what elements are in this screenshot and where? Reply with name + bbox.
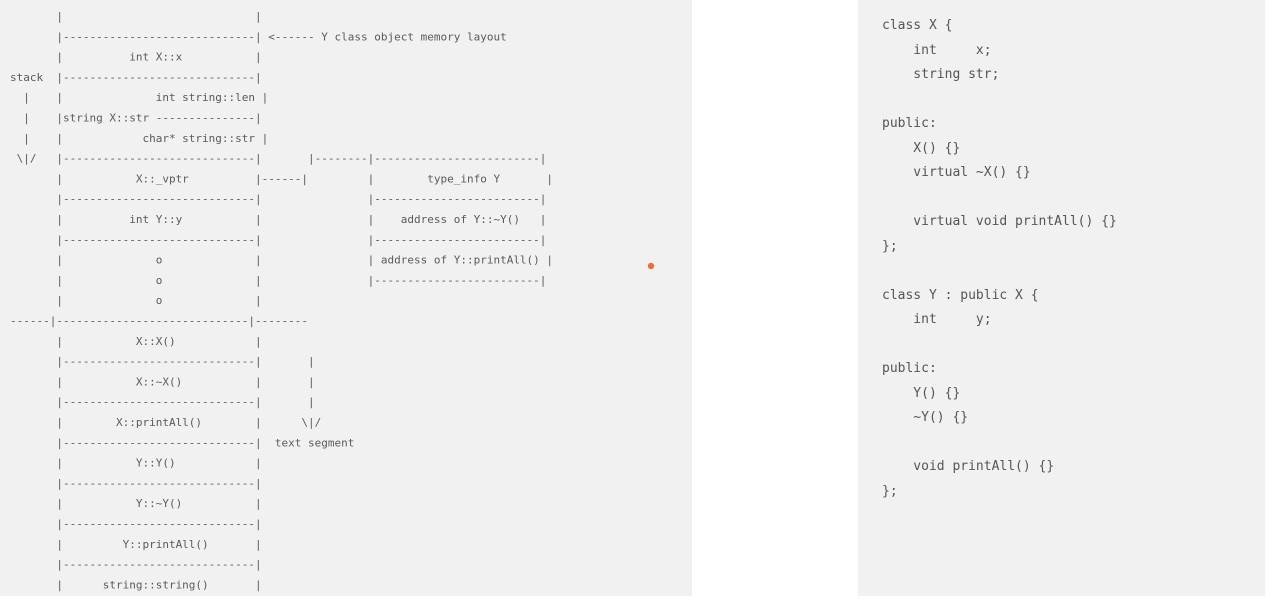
- diagram-line: | X::printAll() | \|/: [10, 416, 321, 429]
- diagram-line: | Y::printAll() |: [10, 538, 262, 551]
- code-line: virtual void printAll() {}: [882, 214, 1117, 229]
- diagram-line: ------|-----------------------------|---…: [10, 315, 308, 328]
- diagram-line: |-----------------------------|: [10, 518, 262, 531]
- code-line: Y() {}: [882, 385, 961, 401]
- diagram-line: |-----------------------------| |: [10, 355, 315, 368]
- cursor-marker-icon: [647, 262, 655, 270]
- code-line: string str;: [882, 67, 1000, 82]
- diagram-line: | Y::Y() |: [10, 457, 262, 470]
- code-line: class Y : public X {: [882, 287, 1039, 303]
- code-line: public:: [882, 116, 937, 131]
- code-line: int y;: [882, 312, 992, 327]
- diagram-line: | |string X::str ---------------|: [10, 112, 262, 125]
- diagram-line: | |: [10, 10, 262, 23]
- diagram-line: |-----------------------------|: [10, 477, 262, 490]
- code-line: X() {}: [882, 140, 961, 156]
- code-line: int x;: [882, 42, 992, 58]
- diagram-line: | o |: [10, 294, 262, 307]
- diagram-line: |-----------------------------| |-------…: [10, 233, 546, 246]
- diagram-line: | | char* string::str |: [10, 132, 268, 145]
- diagram-line: | X::X() |: [10, 335, 262, 348]
- diagram-line: | Y::~Y() |: [10, 497, 262, 510]
- diagram-line: |-----------------------------| text seg…: [10, 436, 354, 449]
- diagram-line: |-----------------------------| |: [10, 396, 315, 409]
- code-block: class X { int x; string str; public: X() …: [882, 14, 1117, 504]
- diagram-line: | int Y::y | | address of Y::~Y() |: [10, 213, 546, 226]
- code-line: virtual ~X() {}: [882, 165, 1031, 180]
- memory-layout-diagram: | | |-----------------------------| <---…: [10, 10, 655, 591]
- diagram-line: | | int string::len |: [10, 91, 268, 104]
- diagram-line: | int X::x |: [10, 51, 262, 64]
- diagram-line: stack |-----------------------------|: [10, 71, 262, 84]
- code-line: void printAll() {}: [882, 459, 1055, 474]
- code-line: ~Y() {}: [882, 410, 969, 425]
- code-line: };: [882, 483, 898, 499]
- code-line: public:: [882, 361, 937, 376]
- diagram-line: | X::_vptr |------| | type_info Y |: [10, 172, 553, 185]
- code-line: };: [882, 238, 898, 254]
- diagram-line: | X::~X() | |: [10, 375, 315, 388]
- diagram-line: | string::string() |: [10, 578, 262, 591]
- class-code-panel: class X { int x; string str; public: X() …: [858, 0, 1265, 596]
- page: | | |-----------------------------| <---…: [0, 0, 1282, 601]
- diagram-line: | o | | address of Y::printAll() |: [10, 254, 553, 267]
- memory-layout-panel: | | |-----------------------------| <---…: [0, 0, 692, 596]
- diagram-line: |-----------------------------| <------ …: [10, 30, 507, 43]
- diagram-line: | o | |-------------------------|: [10, 274, 546, 287]
- diagram-line: |-----------------------------| |-------…: [10, 193, 546, 206]
- code-line: class X {: [882, 18, 953, 33]
- diagram-line: |-----------------------------|: [10, 558, 262, 571]
- diagram-line: \|/ |-----------------------------| |---…: [10, 152, 546, 165]
